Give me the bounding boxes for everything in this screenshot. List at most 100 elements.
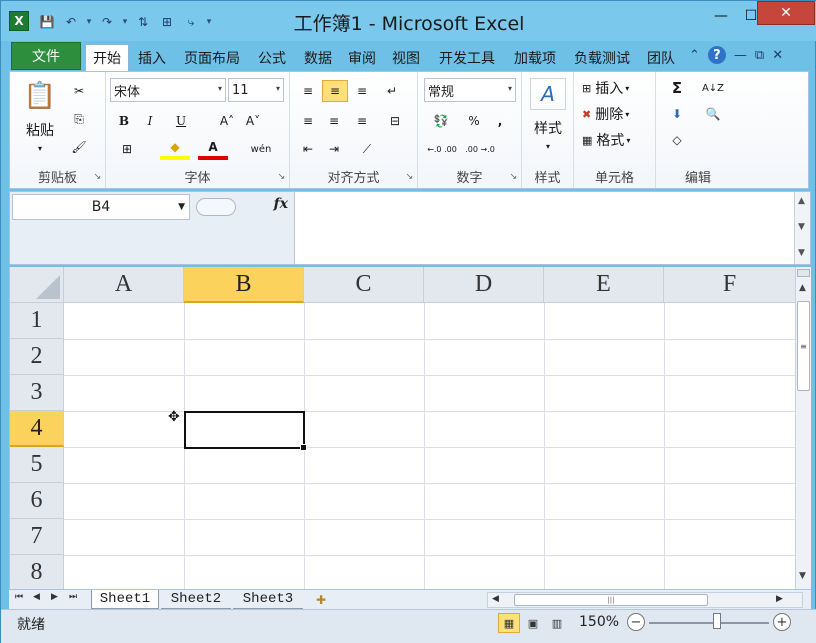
wrap-text-icon[interactable]: ↵ bbox=[380, 80, 404, 102]
format-painter-icon[interactable]: 🖌 bbox=[68, 136, 90, 158]
styles-icon[interactable]: A bbox=[530, 78, 566, 110]
underline-button[interactable]: U bbox=[166, 110, 196, 132]
scroll-down-icon[interactable]: ▼ bbox=[798, 248, 805, 258]
align-left-icon[interactable]: ≡ bbox=[296, 110, 320, 132]
tab-team[interactable]: 团队 bbox=[641, 44, 681, 71]
page-break-view-icon[interactable]: ▥ bbox=[546, 613, 568, 633]
horizontal-scroll-thumb[interactable]: ||| bbox=[514, 594, 708, 606]
select-all-button[interactable] bbox=[10, 267, 64, 303]
row-header-4[interactable]: 4 bbox=[10, 411, 64, 447]
currency-format-icon[interactable]: 💱 bbox=[426, 110, 456, 132]
sheet-tab-3[interactable]: Sheet3 bbox=[233, 590, 303, 609]
minimize-button[interactable]: — bbox=[706, 1, 736, 31]
tab-developer[interactable]: 开发工具 bbox=[431, 44, 503, 71]
row-header-6[interactable]: 6 bbox=[10, 483, 64, 519]
active-cell-b4[interactable] bbox=[184, 411, 307, 451]
styles-dropdown-icon[interactable]: ▾ bbox=[540, 140, 556, 152]
vertical-scrollbar[interactable]: ▲ ≡ ▼ bbox=[795, 267, 811, 589]
zoom-slider-track[interactable] bbox=[649, 622, 769, 624]
font-color-button[interactable]: A bbox=[198, 138, 228, 160]
column-header-d[interactable]: D bbox=[424, 267, 544, 303]
prev-sheet-icon[interactable]: ◀ bbox=[33, 592, 40, 602]
number-format-combo[interactable]: 常规 ▾ bbox=[424, 78, 516, 102]
clipboard-launcher-icon[interactable]: ↘ bbox=[93, 172, 101, 182]
scroll-up-icon[interactable]: ▲ bbox=[798, 196, 805, 206]
normal-view-icon[interactable]: ▦ bbox=[498, 613, 520, 633]
autosum-icon[interactable]: Σ bbox=[664, 78, 690, 98]
insert-function-icon[interactable]: fx bbox=[274, 196, 288, 212]
column-header-f[interactable]: F bbox=[664, 267, 795, 303]
sheet-tab-1[interactable]: Sheet1 bbox=[91, 590, 159, 609]
formula-scrollbar[interactable]: ▲ ▼ ▼ bbox=[794, 192, 810, 264]
align-top-icon[interactable]: ≡ bbox=[296, 80, 320, 102]
horizontal-scrollbar[interactable]: ◀ ||| ▶ bbox=[487, 592, 803, 608]
sheet-tab-2[interactable]: Sheet2 bbox=[161, 590, 231, 609]
chevron-down-icon[interactable]: ▼ bbox=[178, 202, 185, 212]
row-header-1[interactable]: 1 bbox=[10, 303, 64, 339]
align-middle-icon[interactable]: ≡ bbox=[322, 80, 348, 102]
font-name-combo[interactable]: 宋体 ▾ bbox=[110, 78, 226, 102]
clear-icon[interactable]: ◇ bbox=[664, 130, 690, 150]
tab-view[interactable]: 视图 bbox=[385, 44, 427, 71]
merge-center-icon[interactable]: ⊟ bbox=[380, 110, 410, 132]
paste-icon[interactable]: 📋 bbox=[18, 78, 62, 114]
close-button[interactable]: ✕ bbox=[757, 1, 815, 25]
tab-formulas[interactable]: 公式 bbox=[251, 44, 293, 71]
workbook-restore-icon[interactable]: ⧉ bbox=[755, 48, 764, 63]
font-launcher-icon[interactable]: ↘ bbox=[277, 172, 285, 182]
tab-insert[interactable]: 插入 bbox=[131, 44, 173, 71]
percent-style-icon[interactable]: % bbox=[464, 110, 484, 132]
insert-sheet-icon[interactable]: ✚ bbox=[307, 591, 335, 608]
shrink-font-button[interactable]: A˅ bbox=[242, 110, 264, 132]
row-header-8[interactable]: 8 bbox=[10, 555, 64, 589]
border-button[interactable]: ⊞ bbox=[112, 138, 142, 160]
phonetic-button[interactable]: wén bbox=[246, 138, 276, 160]
zoom-out-icon[interactable]: − bbox=[627, 613, 645, 631]
last-sheet-icon[interactable]: ⏭ bbox=[69, 592, 77, 602]
tab-file[interactable]: 文件 bbox=[11, 42, 81, 70]
grow-font-button[interactable]: A˄ bbox=[216, 110, 238, 132]
tab-home[interactable]: 开始 bbox=[85, 44, 129, 71]
next-sheet-icon[interactable]: ▶ bbox=[51, 592, 58, 602]
workbook-close-icon[interactable]: ✕ bbox=[772, 48, 783, 63]
split-handle[interactable] bbox=[797, 269, 810, 277]
number-launcher-icon[interactable]: ↘ bbox=[509, 172, 517, 182]
align-center-icon[interactable]: ≡ bbox=[322, 110, 346, 132]
row-header-7[interactable]: 7 bbox=[10, 519, 64, 555]
scroll-down-icon[interactable]: ▼ bbox=[799, 571, 806, 581]
tab-load-test[interactable]: 负载测试 bbox=[567, 44, 637, 71]
column-header-b[interactable]: B bbox=[184, 267, 304, 303]
tab-review[interactable]: 审阅 bbox=[341, 44, 383, 71]
scroll-right-icon[interactable]: ▶ bbox=[776, 594, 783, 604]
page-layout-view-icon[interactable]: ▣ bbox=[522, 613, 544, 633]
column-header-e[interactable]: E bbox=[544, 267, 664, 303]
formula-input[interactable] bbox=[294, 192, 794, 264]
chevron-down-icon[interactable]: ▾ bbox=[508, 84, 512, 93]
decrease-decimal-icon[interactable]: .00 →.0 bbox=[462, 138, 498, 160]
worksheet-grid[interactable]: A B C D E F 1 2 3 4 5 6 7 8 ✥ bbox=[9, 267, 795, 589]
workbook-minimize-icon[interactable]: — bbox=[734, 48, 747, 63]
help-icon[interactable]: ? bbox=[707, 46, 726, 64]
vertical-scroll-thumb[interactable]: ≡ bbox=[797, 301, 810, 391]
increase-indent-icon[interactable]: ⇥ bbox=[322, 138, 346, 160]
row-header-5[interactable]: 5 bbox=[10, 447, 64, 483]
tab-page-layout[interactable]: 页面布局 bbox=[177, 44, 247, 71]
column-header-c[interactable]: C bbox=[304, 267, 424, 303]
fill-color-button[interactable]: ◆ bbox=[160, 138, 190, 160]
insert-cells-button[interactable]: ⊞ 插入 ▾ bbox=[582, 78, 652, 98]
row-header-2[interactable]: 2 bbox=[10, 339, 64, 375]
chevron-down-icon[interactable]: ▾ bbox=[276, 84, 280, 93]
font-size-combo[interactable]: 11 ▾ bbox=[228, 78, 284, 102]
format-cells-button[interactable]: ▦ 格式 ▾ bbox=[582, 130, 652, 150]
cut-icon[interactable]: ✂ bbox=[68, 80, 90, 102]
align-bottom-icon[interactable]: ≡ bbox=[350, 80, 374, 102]
styles-button[interactable]: 样式 bbox=[524, 118, 572, 138]
paste-dropdown-icon[interactable]: ▾ bbox=[32, 142, 48, 154]
minimize-ribbon-icon[interactable]: ⌃ bbox=[689, 48, 700, 63]
orientation-icon[interactable]: ⟋ bbox=[352, 138, 382, 160]
copy-icon[interactable]: ⎘ bbox=[68, 108, 90, 130]
sort-filter-icon[interactable]: A↓Z bbox=[696, 78, 730, 98]
first-sheet-icon[interactable]: ⏮ bbox=[15, 592, 23, 602]
tab-data[interactable]: 数据 bbox=[297, 44, 339, 71]
column-header-a[interactable]: A bbox=[64, 267, 184, 303]
